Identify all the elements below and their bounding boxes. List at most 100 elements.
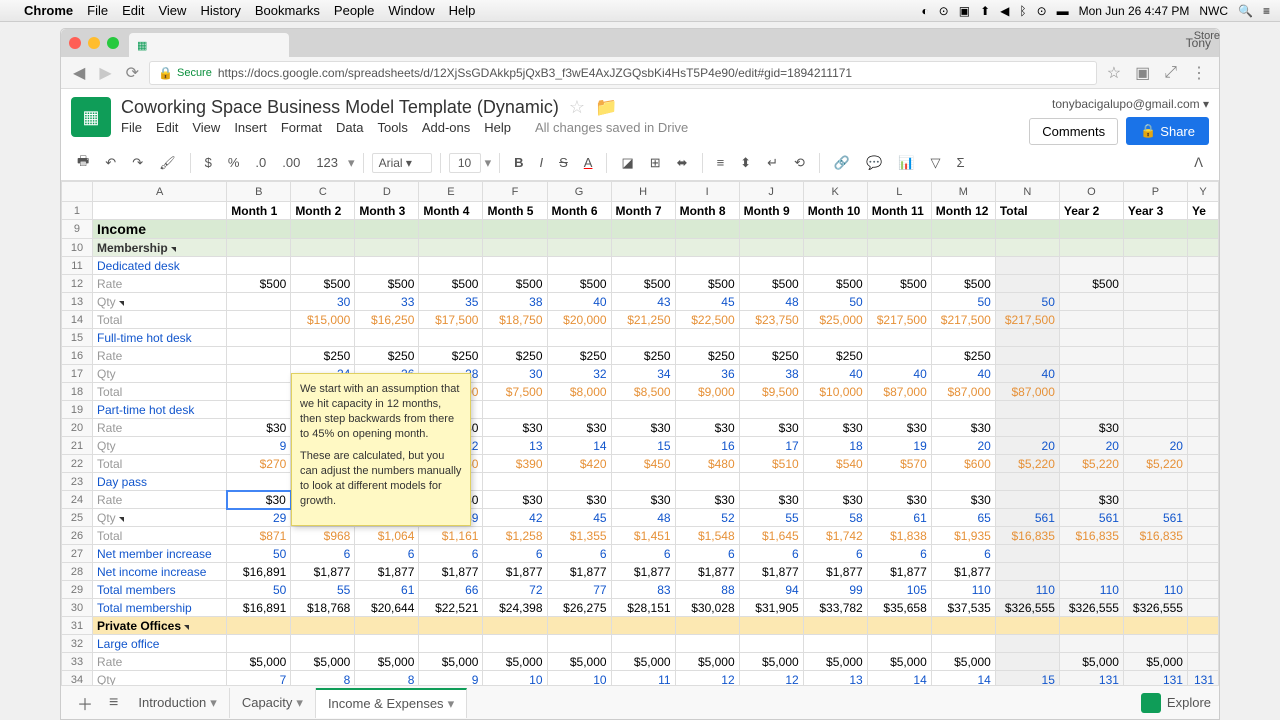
comments-button[interactable]: Comments: [1029, 118, 1118, 145]
row-label[interactable]: Qty: [92, 293, 226, 311]
gs-menu-format[interactable]: Format: [281, 120, 322, 135]
cell[interactable]: $217,500: [995, 311, 1059, 329]
cell[interactable]: [1187, 329, 1218, 347]
cell[interactable]: [419, 257, 483, 275]
cell[interactable]: $1,161: [419, 527, 483, 545]
cell[interactable]: [1059, 293, 1123, 311]
cell[interactable]: [611, 220, 675, 239]
cell[interactable]: [739, 617, 803, 635]
month-header[interactable]: Month 5: [483, 202, 547, 220]
url-input[interactable]: 🔒 Secure https://docs.google.com/spreads…: [149, 61, 1097, 85]
cell[interactable]: $250: [291, 347, 355, 365]
col-header[interactable]: D: [355, 182, 419, 202]
cell[interactable]: $500: [867, 275, 931, 293]
row-header[interactable]: 22: [62, 455, 93, 473]
menu-file[interactable]: File: [87, 3, 108, 18]
wifi-icon[interactable]: ⊙: [1037, 4, 1047, 18]
cell[interactable]: $250: [419, 347, 483, 365]
row-header[interactable]: 17: [62, 365, 93, 383]
cell[interactable]: 40: [867, 365, 931, 383]
cell[interactable]: $570: [867, 455, 931, 473]
tab-menu-icon[interactable]: ▾: [448, 696, 455, 712]
cell[interactable]: [1187, 220, 1218, 239]
row-label[interactable]: Net income increase: [92, 563, 226, 581]
cell[interactable]: $500: [611, 275, 675, 293]
row-header[interactable]: 11: [62, 257, 93, 275]
row-header[interactable]: 25: [62, 509, 93, 527]
menu-edit[interactable]: Edit: [122, 3, 144, 18]
cell[interactable]: [611, 473, 675, 491]
cell[interactable]: $250: [611, 347, 675, 365]
cell[interactable]: [1059, 563, 1123, 581]
row-label[interactable]: Rate: [92, 275, 226, 293]
cell[interactable]: $87,000: [995, 383, 1059, 401]
row-header[interactable]: 21: [62, 437, 93, 455]
row-label[interactable]: Qty: [92, 365, 226, 383]
cell[interactable]: [1187, 311, 1218, 329]
col-header[interactable]: C: [291, 182, 355, 202]
cell[interactable]: [1187, 419, 1218, 437]
cell[interactable]: $5,220: [1059, 455, 1123, 473]
cell[interactable]: [227, 347, 291, 365]
cell[interactable]: $16,891: [227, 599, 291, 617]
cell[interactable]: [227, 617, 291, 635]
cell[interactable]: [355, 617, 419, 635]
cell[interactable]: [291, 635, 355, 653]
cell[interactable]: 561: [1123, 509, 1187, 527]
cell[interactable]: [227, 329, 291, 347]
cell[interactable]: [995, 617, 1059, 635]
cell[interactable]: $500: [355, 275, 419, 293]
row-header[interactable]: 10: [62, 239, 93, 257]
cell[interactable]: $600: [931, 455, 995, 473]
cell[interactable]: [419, 239, 483, 257]
cell[interactable]: $1,877: [355, 563, 419, 581]
cell[interactable]: $1,355: [547, 527, 611, 545]
browser-tab[interactable]: ▦: [129, 33, 289, 57]
cell[interactable]: 61: [867, 509, 931, 527]
paint-format-icon[interactable]: 🖌: [153, 151, 182, 175]
menubar-clock[interactable]: Mon Jun 26 4:47 PM: [1079, 4, 1190, 18]
cell[interactable]: [611, 635, 675, 653]
cell[interactable]: 30: [483, 365, 547, 383]
cell[interactable]: $390: [483, 455, 547, 473]
cell[interactable]: [931, 635, 995, 653]
cell[interactable]: $326,555: [1059, 599, 1123, 617]
cell[interactable]: $250: [803, 347, 867, 365]
row-label[interactable]: Rate: [92, 491, 226, 509]
cell[interactable]: [803, 239, 867, 257]
cell[interactable]: $250: [931, 347, 995, 365]
cell[interactable]: $250: [547, 347, 611, 365]
add-sheet-icon[interactable]: ＋: [69, 687, 101, 719]
cell[interactable]: 15: [611, 437, 675, 455]
month-header[interactable]: Month 4: [419, 202, 483, 220]
tab-menu-icon[interactable]: ▾: [296, 695, 303, 711]
print-icon[interactable]: 🖶: [71, 148, 95, 178]
cell[interactable]: $9,000: [675, 383, 739, 401]
cell[interactable]: [1187, 275, 1218, 293]
cell[interactable]: 20: [931, 437, 995, 455]
cell[interactable]: [995, 220, 1059, 239]
row-header[interactable]: 1: [62, 202, 93, 220]
cell[interactable]: 34: [611, 365, 675, 383]
cell[interactable]: 20: [1123, 437, 1187, 455]
cell[interactable]: [547, 220, 611, 239]
col-header[interactable]: J: [739, 182, 803, 202]
cell[interactable]: [1187, 635, 1218, 653]
cell[interactable]: [1123, 275, 1187, 293]
cell[interactable]: $5,000: [611, 653, 675, 671]
cell[interactable]: [675, 617, 739, 635]
rotate-icon[interactable]: ⟲: [788, 151, 811, 175]
col-header[interactable]: H: [611, 182, 675, 202]
cell[interactable]: 42: [483, 509, 547, 527]
cell[interactable]: 88: [675, 581, 739, 599]
cell[interactable]: [611, 329, 675, 347]
cell[interactable]: [995, 545, 1059, 563]
cell[interactable]: $500: [675, 275, 739, 293]
cell[interactable]: [1187, 563, 1218, 581]
cell[interactable]: $30: [867, 419, 931, 437]
window-close-icon[interactable]: [69, 37, 81, 49]
cell[interactable]: [1059, 545, 1123, 563]
cell[interactable]: $871: [227, 527, 291, 545]
cell[interactable]: 110: [995, 581, 1059, 599]
cell[interactable]: $1,451: [611, 527, 675, 545]
